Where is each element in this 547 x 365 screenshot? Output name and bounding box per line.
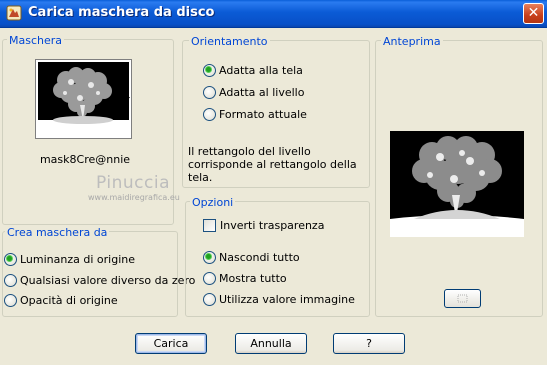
mask-group-legend: Maschera — [7, 34, 65, 47]
preview-legend: Anteprima — [381, 35, 443, 48]
radio-selected-dot — [206, 254, 211, 259]
radio-selected-dot — [7, 256, 12, 261]
radio-label: Adatta al livello — [219, 86, 305, 99]
radio-label: Opacità di origine — [20, 294, 118, 307]
options-legend: Opzioni — [190, 196, 236, 209]
title-bar: Carica maschera da disco ✕ — [0, 0, 547, 28]
orientation-legend: Orientamento — [189, 35, 270, 48]
help-button[interactable]: ? — [333, 333, 405, 354]
radio-selected-dot — [206, 67, 211, 72]
cancel-button[interactable]: Annulla — [235, 333, 307, 354]
preview-zoom-button[interactable] — [444, 289, 481, 308]
checkbox-label: Inverti trasparenza — [220, 219, 325, 232]
window-title: Carica maschera da disco — [28, 5, 215, 20]
preview-icon — [457, 294, 468, 303]
watermark-name: Pinuccia — [96, 173, 170, 193]
radio-label: Qualsiasi valore diverso da zero — [20, 274, 196, 287]
close-button[interactable]: ✕ — [523, 3, 544, 24]
tree-heart-mask — [38, 62, 129, 136]
orientation-description: Il rettangolo del livello corrisponde al… — [188, 145, 357, 184]
radio-label: Nascondi tutto — [219, 251, 300, 264]
app-icon — [6, 5, 22, 21]
radio-label: Luminanza di origine — [20, 253, 135, 266]
create-mask-legend: Crea maschera da — [5, 226, 110, 239]
triangle-down-icon[interactable] — [124, 97, 130, 101]
radio-label: Mostra tutto — [219, 272, 287, 285]
mask-thumbnail-dropdown[interactable] — [35, 59, 132, 139]
radio-label: Adatta alla tela — [219, 64, 303, 77]
tree-heart-preview — [390, 131, 524, 237]
watermark-url: www.maidiregrafica.eu — [88, 193, 180, 202]
preview-image — [390, 131, 524, 237]
mask-name: mask8Cre@nnie — [39, 153, 131, 166]
load-button[interactable]: Carica — [135, 333, 207, 354]
radio-label: Utilizza valore immagine — [219, 293, 355, 306]
radio-label: Formato attuale — [219, 108, 307, 121]
close-icon: ✕ — [527, 5, 540, 21]
